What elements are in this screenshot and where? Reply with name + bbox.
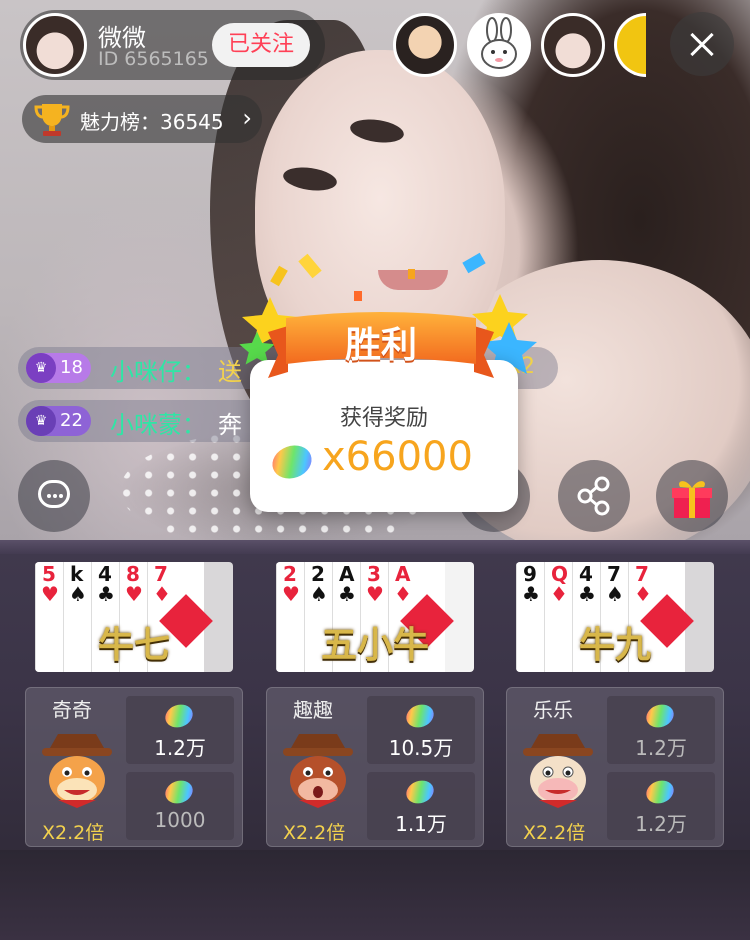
bet-amount: 10.5万 xyxy=(388,736,454,760)
victory-title: 胜利 xyxy=(344,325,417,366)
card-suit-icon: ♦ xyxy=(394,582,412,606)
rainbow-gem-icon xyxy=(643,776,677,808)
reward-amount: x66000 xyxy=(322,434,473,480)
chevron-right-icon: › xyxy=(242,104,252,132)
rainbow-gem-icon xyxy=(403,776,437,808)
seat-multiplier: X2.2倍 xyxy=(523,822,586,844)
card-rank: 7 xyxy=(607,562,621,586)
card-suit-icon: ♥ xyxy=(366,582,384,606)
card-hand: 2 ♥ 2 ♠ A ♣ 3 ♥ A ♦ 五小牛 xyxy=(276,562,474,672)
rainbow-gem-icon xyxy=(162,776,196,808)
chat-username[interactable]: 小咪仔： xyxy=(110,352,206,387)
bet-amount: 1.2万 xyxy=(154,736,206,760)
card-rank: k xyxy=(70,562,84,586)
card-rank: 9 xyxy=(523,562,537,586)
card-rank: 2 xyxy=(283,562,297,586)
card-suit-icon: ♥ xyxy=(125,582,143,606)
follow-button[interactable]: 已关注 xyxy=(212,23,310,67)
viewer-avatar[interactable] xyxy=(393,13,457,77)
card-suit-icon: ♣ xyxy=(522,582,540,606)
card-suit-icon: ♥ xyxy=(41,582,59,606)
user-level-badge: ♛ 22 xyxy=(26,406,91,436)
card-hand: 5 ♥ k ♠ 4 ♣ 8 ♥ 7 ♦ 牛七 xyxy=(35,562,233,672)
close-button[interactable] xyxy=(670,12,734,76)
card-rank: 2 xyxy=(311,562,325,586)
hand-result-label: 牛七 xyxy=(97,625,170,666)
card-suit-icon: ♣ xyxy=(578,582,596,606)
bet-slot[interactable]: 1.2万 xyxy=(126,696,234,764)
bet-seat[interactable]: 乐乐 1.2万 1.2万 X2.2倍 xyxy=(506,687,724,847)
rainbow-gem-icon xyxy=(403,700,437,732)
seat-name: 乐乐 xyxy=(533,698,573,722)
host-info-bar[interactable]: 微微 ID 6565165 已关注 xyxy=(20,10,325,80)
card-suit-icon: ♠ xyxy=(310,582,328,606)
charm-ranking-button[interactable]: 魅力榜：36545 › xyxy=(22,95,262,143)
card-rank: A xyxy=(339,562,355,586)
seat-multiplier: X2.2倍 xyxy=(283,822,346,844)
chat-bubble-icon xyxy=(38,480,70,508)
bet-slot[interactable]: 10.5万 xyxy=(367,696,475,764)
game-panel: 5 ♥ k ♠ 4 ♣ 8 ♥ 7 ♦ 牛七 2 ♥ 2 ♠ A ♣ 3 ♥ A ♦ 五小牛 9 ♣ Q ♦ 4 ♣ 7 ♠ 7 ♦ 牛九 … xyxy=(0,540,750,940)
bet-amount: 1.2万 xyxy=(635,736,687,760)
crown-icon: ♛ xyxy=(26,406,56,436)
cow-mascot-icon xyxy=(42,734,112,808)
chat-username[interactable]: 小咪蒙： xyxy=(110,405,206,440)
card-suit-icon: ♠ xyxy=(606,582,624,606)
card-rank: Q xyxy=(551,562,569,586)
host-avatar[interactable] xyxy=(23,13,87,77)
crown-icon: ♛ xyxy=(26,353,56,383)
card-suit-icon: ♥ xyxy=(282,582,300,606)
bet-slot[interactable]: 1.1万 xyxy=(367,772,475,840)
chat-input-button[interactable] xyxy=(18,460,90,532)
gift-button[interactable] xyxy=(656,460,728,532)
seat-multiplier: X2.2倍 xyxy=(42,822,105,844)
card-rank: 4 xyxy=(98,562,112,586)
bet-amount: 1.1万 xyxy=(395,812,447,836)
user-level-badge: ♛ 18 xyxy=(26,353,91,383)
bet-slot[interactable]: 1000 xyxy=(126,772,234,840)
share-button[interactable] xyxy=(558,460,630,532)
rabbit-avatar-icon xyxy=(481,17,517,69)
card-suit-icon: ♦ xyxy=(153,582,171,606)
card-hand: 9 ♣ Q ♦ 4 ♣ 7 ♠ 7 ♦ 牛九 xyxy=(516,562,714,672)
seat-name: 奇奇 xyxy=(52,698,92,722)
rainbow-gem-icon xyxy=(267,440,317,484)
bet-slot[interactable]: 1.2万 xyxy=(607,696,715,764)
card-suit-icon: ♠ xyxy=(69,582,87,606)
card-suit-icon: ♦ xyxy=(550,582,568,606)
cow-mascot-icon xyxy=(283,734,353,808)
rainbow-gem-icon xyxy=(643,700,677,732)
cow-mascot-icon xyxy=(523,734,593,808)
rainbow-gem-icon xyxy=(162,700,196,732)
viewer-avatar[interactable] xyxy=(467,13,531,77)
hand-result-label: 五小牛 xyxy=(320,625,429,666)
viewer-avatar[interactable] xyxy=(541,13,605,77)
reward-label: 获得奖励 xyxy=(339,406,428,431)
chat-text: 奔 xyxy=(218,411,242,439)
card-rank: 7 xyxy=(154,562,168,586)
card-rank: 7 xyxy=(635,562,649,586)
hand-result-label: 牛九 xyxy=(578,625,651,666)
card-rank: A xyxy=(395,562,411,586)
bet-amount: 1.2万 xyxy=(635,812,687,836)
charm-ranking-value: 魅力榜：36545 xyxy=(80,110,224,134)
bet-slot[interactable]: 1.2万 xyxy=(607,772,715,840)
gift-icon xyxy=(672,481,712,518)
card-suit-icon: ♣ xyxy=(97,582,115,606)
seat-name: 趣趣 xyxy=(293,698,333,722)
card-suit-icon: ♦ xyxy=(634,582,652,606)
card-rank: 5 xyxy=(42,562,56,586)
bet-seat[interactable]: 趣趣 10.5万 1.1万 X2.2倍 xyxy=(266,687,484,847)
card-rank: 8 xyxy=(126,562,140,586)
card-rank: 4 xyxy=(579,562,593,586)
trophy-icon xyxy=(34,104,70,136)
card-rank: 3 xyxy=(367,562,381,586)
bet-amount: 1000 xyxy=(154,808,206,832)
share-icon xyxy=(577,476,610,516)
confetti-icon xyxy=(270,252,486,301)
bet-seat[interactable]: 奇奇 1.2万 1000 X2.2倍 xyxy=(25,687,243,847)
card-suit-icon: ♣ xyxy=(338,582,356,606)
host-id: ID 6565165 xyxy=(98,48,209,70)
